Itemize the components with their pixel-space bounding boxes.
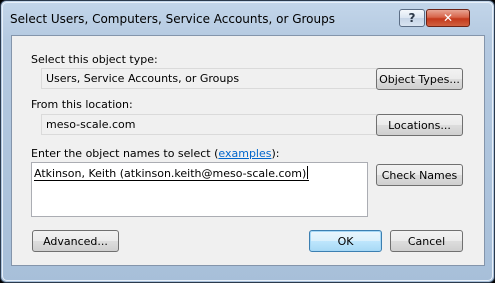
object-types-button[interactable]: Object Types... xyxy=(376,68,463,90)
help-button[interactable]: ? xyxy=(399,9,425,27)
ok-button[interactable]: OK xyxy=(309,230,382,252)
object-type-label: Select this object type: xyxy=(31,53,158,66)
resolved-name-text: Atkinson, Keith (atkinson.keith@meso-sca… xyxy=(34,167,307,180)
close-button[interactable]: ✕ xyxy=(426,9,470,27)
object-names-input[interactable]: Atkinson, Keith (atkinson.keith@meso-sca… xyxy=(31,162,368,217)
object-names-label-suffix: ): xyxy=(271,147,280,160)
ok-button-label: OK xyxy=(337,234,354,248)
advanced-button[interactable]: Advanced... xyxy=(32,230,119,252)
window-title: Select Users, Computers, Service Account… xyxy=(10,12,335,26)
close-icon: ✕ xyxy=(442,11,454,25)
resolved-name: Atkinson, Keith (atkinson.keith@meso-sca… xyxy=(34,166,310,181)
object-types-button-label: Object Types... xyxy=(379,72,460,86)
cancel-button-label: Cancel xyxy=(407,234,446,248)
object-names-label: Enter the object names to select (exampl… xyxy=(31,147,279,160)
check-names-button-label: Check Names xyxy=(381,168,458,182)
object-type-field: Users, Service Accounts, or Groups xyxy=(41,68,378,89)
object-names-label-text: Enter the object names to select ( xyxy=(31,147,219,160)
advanced-button-label: Advanced... xyxy=(43,234,108,248)
locations-button[interactable]: Locations... xyxy=(376,114,463,136)
check-names-button[interactable]: Check Names xyxy=(376,164,463,186)
dialog-client-area: Select this object type: Users, Service … xyxy=(11,35,485,266)
locations-button-label: Locations... xyxy=(388,118,451,132)
cancel-button[interactable]: Cancel xyxy=(390,230,463,252)
help-icon: ? xyxy=(408,11,416,25)
dialog-window: Select Users, Computers, Service Account… xyxy=(0,0,495,283)
location-field: meso-scale.com xyxy=(41,114,378,135)
location-label: From this location: xyxy=(31,98,133,111)
text-caret xyxy=(307,166,309,179)
title-bar[interactable]: Select Users, Computers, Service Account… xyxy=(10,9,390,29)
examples-link[interactable]: examples xyxy=(218,147,271,160)
